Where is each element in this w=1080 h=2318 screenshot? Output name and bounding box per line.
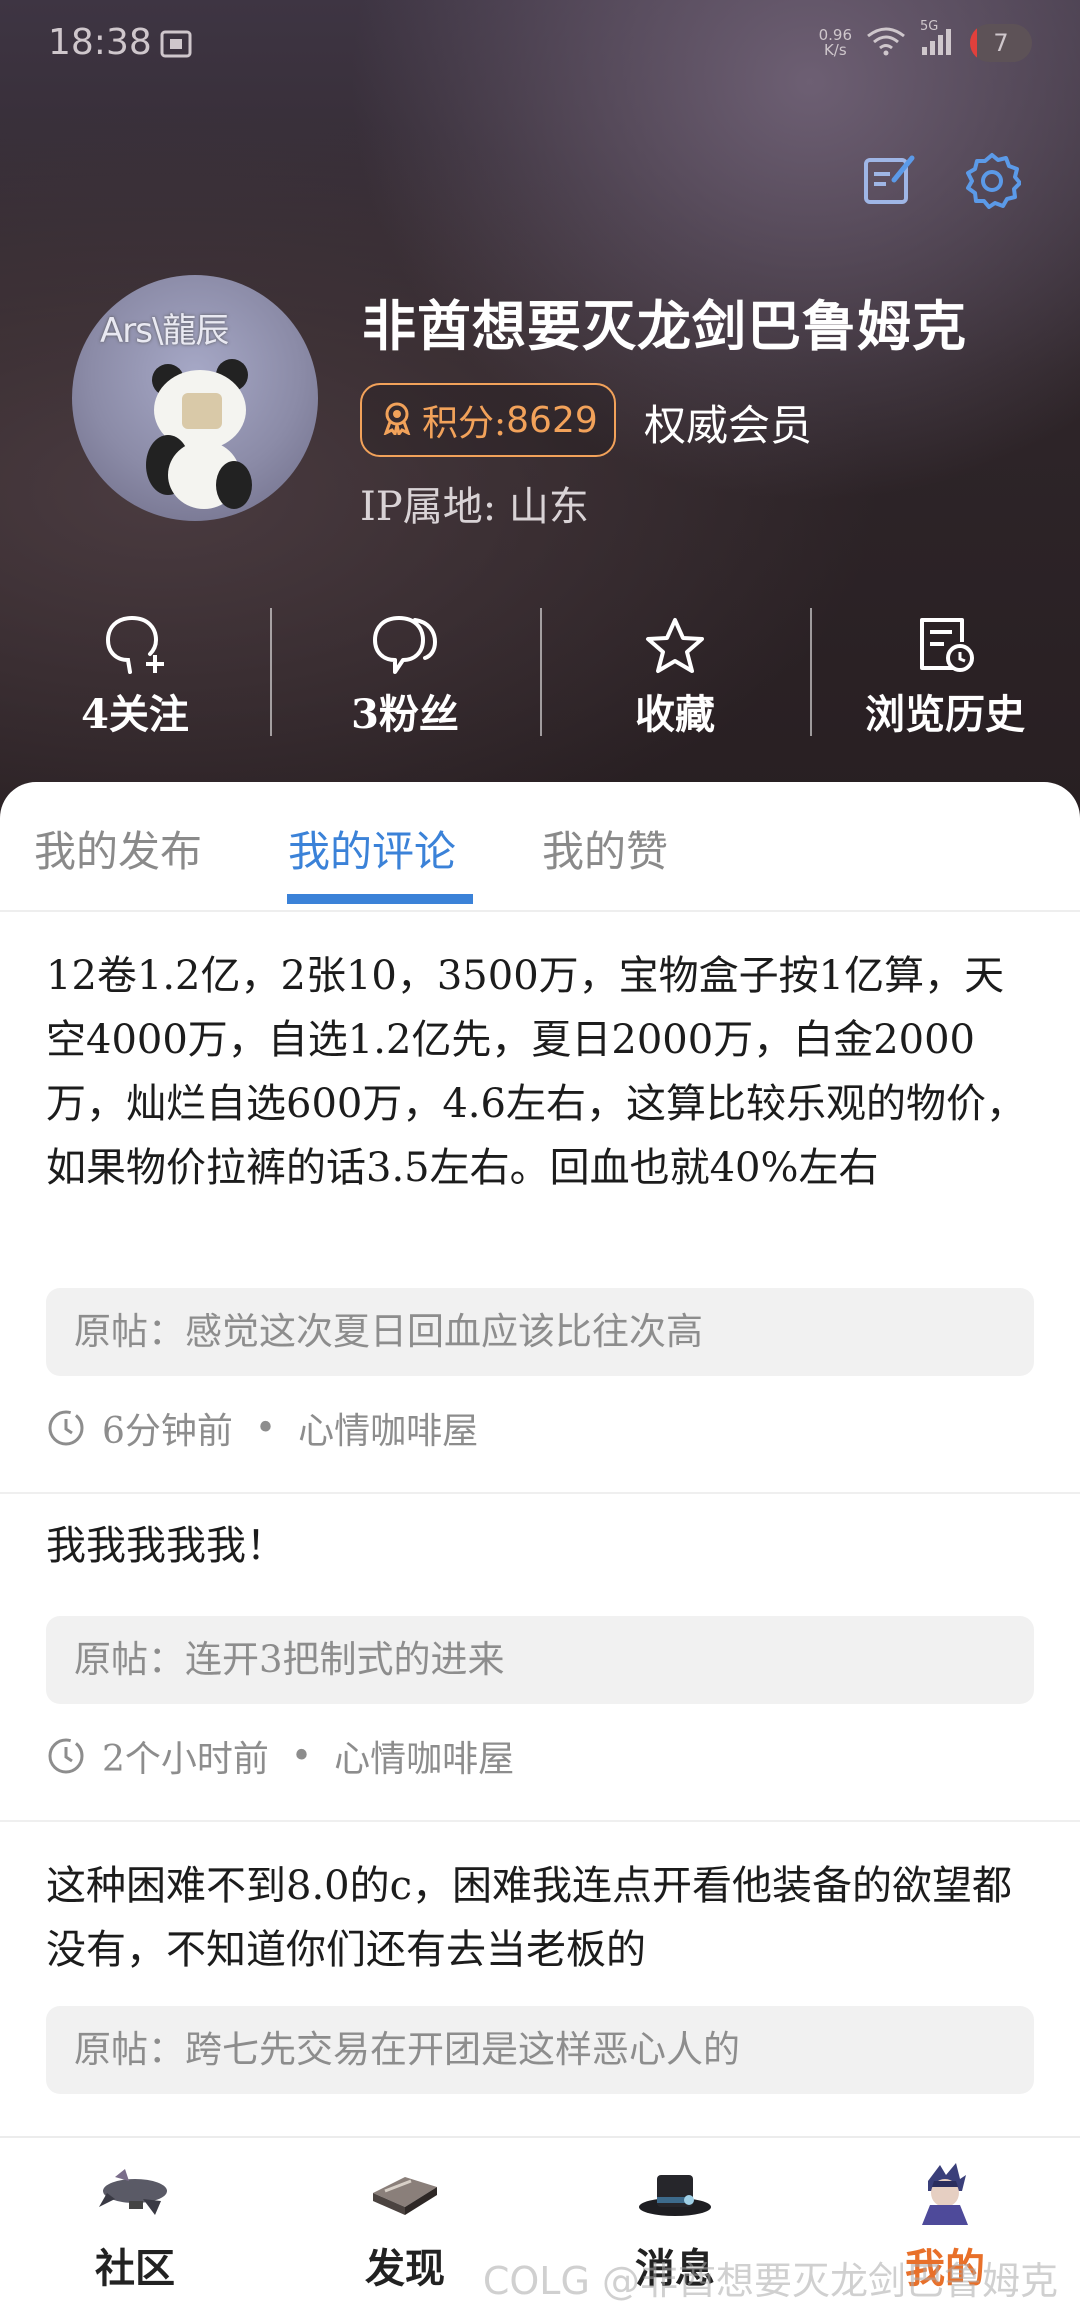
stats-row: 4关注 3粉丝 收藏 浏览历史 [0, 600, 1080, 750]
stat-label: 4关注 [81, 691, 189, 738]
status-bar: 18:38 0.96 K/s 5G 7 [0, 0, 1080, 90]
tab-my-comments[interactable]: 我的评论 [288, 818, 456, 879]
original-post-link[interactable]: 原帖：连开3把制式的进来 [46, 1616, 1034, 1704]
nav-label: 我的 [905, 2245, 985, 2292]
comment-time: 6分钟前 [102, 1411, 233, 1452]
bottom-nav: 社区 发现 消息 我的 [0, 2136, 1080, 2318]
comment-item-1[interactable]: 12卷1.2亿，2张10，3500万，宝物盒子按1亿算，天空4000万，自选1.… [0, 912, 1080, 1494]
stat-label: 收藏 [635, 691, 715, 738]
network-speed: 0.96 K/s [818, 26, 852, 59]
separator-dot: • [290, 1735, 313, 1777]
header-actions [858, 150, 1022, 210]
points-label: 积分: [422, 403, 507, 444]
book-icon [365, 2158, 445, 2228]
wifi-icon [866, 26, 906, 60]
nav-discover[interactable]: 发现 [270, 2138, 540, 2318]
stat-label: 3粉丝 [351, 691, 459, 738]
status-right: 0.96 K/s 5G 7 [818, 19, 1032, 62]
top-hat-icon [635, 2158, 715, 2228]
comment-meta: 2个小时前 • 心情咖啡屋 [46, 1730, 514, 1782]
battery-indicator: 7 [970, 24, 1032, 62]
history-icon [914, 610, 976, 676]
user-plus-icon [102, 610, 168, 676]
comment-time: 2个小时前 [102, 1739, 269, 1780]
points-badge[interactable]: 积分: 8629 [360, 383, 616, 457]
active-tab-indicator [287, 894, 473, 904]
comment-text: 我我我我我！ [46, 1523, 286, 1569]
stat-following[interactable]: 4关注 [0, 600, 270, 750]
points-value: 8629 [506, 399, 598, 441]
stat-followers[interactable]: 3粉丝 [270, 600, 540, 750]
tab-my-likes[interactable]: 我的赞 [542, 818, 668, 879]
nav-label: 发现 [365, 2245, 445, 2292]
stat-history[interactable]: 浏览历史 [810, 600, 1080, 750]
nav-me[interactable]: 我的 [810, 2138, 1080, 2318]
clock-icon [46, 1736, 86, 1776]
star-icon [644, 610, 706, 676]
tab-my-posts[interactable]: 我的发布 [34, 818, 202, 879]
original-post-link[interactable]: 原帖：跨七先交易在开团是这样恶心人的 [46, 2006, 1034, 2094]
original-post-link[interactable]: 原帖：感觉这次夏日回血应该比往次高 [46, 1288, 1034, 1376]
status-time: 18:38 [48, 22, 152, 63]
nav-label: 社区 [95, 2245, 175, 2292]
comment-text: 12卷1.2亿，2张10，3500万，宝物盒子按1亿算，天空4000万，自选1.… [46, 953, 1026, 1191]
stat-label: 浏览历史 [865, 691, 1025, 738]
profile-header: 18:38 0.96 K/s 5G 7 Ars\龍辰 非酋想要灭龙剑巴鲁姆克 积… [0, 0, 1080, 820]
username: 非酋想要灭龙剑巴鲁姆克 [362, 294, 967, 358]
comment-item-2[interactable]: 我我我我我！ 原帖：连开3把制式的进来 2个小时前 • 心情咖啡屋 [0, 1494, 1080, 1822]
users-icon [369, 610, 441, 676]
signal-icon: 5G [920, 19, 956, 61]
edit-icon[interactable] [858, 150, 918, 210]
board-name[interactable]: 心情咖啡屋 [334, 1730, 514, 1782]
airship-icon [95, 2158, 175, 2228]
comment-text: 这种困难不到8.0的c，困难我连点开看他装备的欲望都没有，不知道你们还有去当老板… [46, 1863, 1013, 1973]
nav-label: 消息 [635, 2245, 715, 2292]
separator-dot: • [254, 1407, 277, 1449]
nav-community[interactable]: 社区 [0, 2138, 270, 2318]
settings-gear-icon[interactable] [962, 150, 1022, 210]
nav-messages[interactable]: 消息 [540, 2138, 810, 2318]
ip-location: IP属地: 山东 [360, 484, 589, 530]
character-avatar-icon [905, 2158, 985, 2228]
member-badge: 权威会员 [644, 401, 813, 450]
board-name[interactable]: 心情咖啡屋 [298, 1402, 478, 1454]
medal-icon [380, 401, 414, 439]
avatar[interactable]: Ars\龍辰 [72, 275, 318, 521]
clock-icon [46, 1408, 86, 1448]
stat-favorites[interactable]: 收藏 [540, 600, 810, 750]
screenshot-icon [160, 30, 192, 62]
comment-item-3[interactable]: 这种困难不到8.0的c，困难我连点开看他装备的欲望都没有，不知道你们还有去当老板… [0, 1822, 1080, 2136]
tab-bar: 我的发布 我的评论 我的赞 [0, 782, 1080, 912]
panda-meme-icon [146, 359, 252, 509]
comment-meta: 6分钟前 • 心情咖啡屋 [46, 1402, 478, 1454]
